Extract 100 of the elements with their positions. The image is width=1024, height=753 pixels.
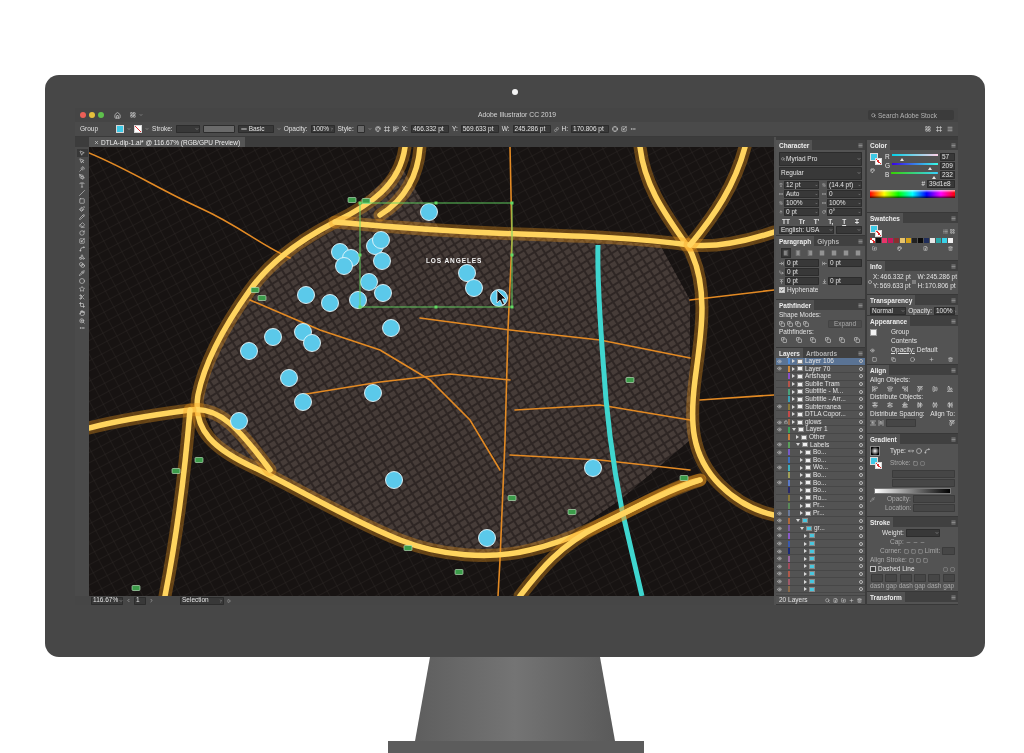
caret-icon[interactable] [804, 571, 807, 576]
eye-icon[interactable] [777, 548, 782, 554]
caret-icon[interactable] [792, 359, 795, 364]
layer-row[interactable] [776, 517, 865, 526]
eye-icon[interactable] [777, 556, 782, 562]
menu-icon[interactable] [951, 142, 956, 148]
menu-icon[interactable] [951, 594, 956, 600]
horizontal-arrows-icon[interactable] [907, 448, 914, 454]
trash-icon[interactable] [857, 597, 862, 603]
eye-icon[interactable] [777, 449, 782, 455]
tool-button[interactable] [76, 277, 88, 285]
circle-icon[interactable] [910, 356, 915, 362]
tool-button[interactable] [76, 317, 88, 325]
more-icon[interactable] [79, 325, 85, 331]
align-icon[interactable] [872, 385, 878, 392]
caret-icon[interactable] [800, 473, 803, 478]
caret-icon[interactable] [800, 488, 803, 493]
none-swatch-icon[interactable] [870, 238, 875, 243]
tool-button[interactable] [76, 309, 88, 317]
align-icon[interactable] [917, 385, 923, 392]
menu-icon[interactable] [951, 215, 956, 221]
folder-plus-icon[interactable] [872, 245, 877, 251]
trash-icon[interactable] [948, 245, 953, 251]
color-swatch-icon[interactable] [894, 238, 899, 243]
overlapping-squares-icon[interactable] [795, 320, 801, 327]
alignment-button[interactable] [781, 248, 791, 258]
selection-handle[interactable] [510, 201, 514, 205]
grid-icon[interactable] [925, 126, 931, 132]
line-icon[interactable] [905, 539, 911, 545]
variable-width-field[interactable] [202, 125, 235, 133]
menu-icon[interactable] [858, 350, 863, 356]
dashed-square-icon[interactable] [943, 566, 948, 572]
caret-icon[interactable] [804, 587, 807, 592]
opacity-field[interactable] [912, 495, 955, 503]
caret-icon[interactable] [800, 503, 803, 508]
angle-field[interactable] [892, 470, 955, 478]
palette-icon[interactable] [374, 126, 381, 132]
caret-icon[interactable] [800, 496, 803, 500]
curve-icon[interactable] [923, 448, 930, 454]
palette-icon[interactable] [870, 168, 875, 173]
overlapping-squares-icon[interactable] [779, 320, 785, 327]
caret-icon[interactable] [796, 435, 799, 440]
eye-icon[interactable] [777, 586, 782, 592]
fill-swatch[interactable] [116, 125, 125, 133]
tool-button[interactable] [76, 237, 88, 245]
color-swatch-icon[interactable] [948, 238, 953, 243]
align-icon[interactable] [932, 385, 938, 392]
color-swatch-icon[interactable] [924, 238, 929, 243]
tool-button[interactable] [76, 261, 88, 269]
eye-icon[interactable] [777, 571, 782, 577]
tool-button[interactable] [76, 205, 88, 213]
stroke-swatch[interactable] [134, 125, 143, 133]
layer-row[interactable] [776, 540, 865, 548]
overlapping-squares-icon[interactable] [824, 337, 831, 343]
close-icon[interactable] [94, 139, 99, 145]
menu-icon[interactable] [951, 263, 956, 269]
selection-handle[interactable] [434, 201, 438, 205]
overlapping-squares-icon[interactable] [810, 337, 817, 343]
stroke-swatch[interactable] [875, 158, 882, 165]
align-icon[interactable] [392, 126, 399, 132]
menu-icon[interactable] [947, 126, 953, 132]
selection-handle[interactable] [358, 305, 362, 309]
search-icon[interactable] [825, 597, 830, 603]
aspect-ratio-field[interactable] [892, 479, 955, 487]
style-swatch[interactable] [356, 125, 365, 133]
tool-button[interactable] [76, 221, 88, 229]
file-plus-icon[interactable] [922, 245, 928, 251]
caret-icon[interactable] [800, 511, 803, 516]
color-swatch-icon[interactable] [936, 238, 941, 243]
tool-button[interactable] [76, 269, 88, 277]
link-icon[interactable] [553, 126, 559, 132]
layer-row[interactable] [776, 555, 865, 564]
color-swatch-icon[interactable] [912, 238, 917, 243]
selection-handle[interactable] [510, 253, 514, 257]
stroke-weight-field[interactable] [905, 529, 940, 537]
color-swatch-icon[interactable] [930, 238, 935, 243]
spacing-icon[interactable] [870, 420, 876, 426]
caret-icon[interactable] [804, 541, 807, 546]
caret-icon[interactable] [792, 389, 795, 394]
tool-button[interactable] [76, 165, 88, 173]
spacing-field[interactable] [886, 419, 916, 427]
limit-field[interactable] [942, 547, 955, 555]
tool-button[interactable] [76, 149, 88, 157]
menu-icon[interactable] [951, 436, 956, 442]
overlapping-squares-icon[interactable] [795, 337, 802, 343]
eye-icon[interactable] [777, 563, 782, 569]
align-icon[interactable] [902, 385, 908, 392]
caret-icon[interactable] [792, 374, 795, 379]
color-swatch-icon[interactable] [888, 238, 893, 243]
chevron-right-icon[interactable] [149, 598, 154, 603]
caret-icon[interactable] [804, 556, 807, 561]
more-icon[interactable] [630, 126, 637, 132]
caret-icon[interactable] [800, 526, 804, 530]
folder-plus-icon[interactable] [841, 597, 846, 603]
caret-icon[interactable] [796, 443, 800, 447]
selection-handle[interactable] [434, 305, 438, 309]
crosshair-icon[interactable] [612, 126, 619, 132]
window-minimize-button[interactable] [89, 112, 95, 118]
grid-icon[interactable] [130, 112, 136, 118]
layer-row[interactable] [776, 570, 865, 579]
